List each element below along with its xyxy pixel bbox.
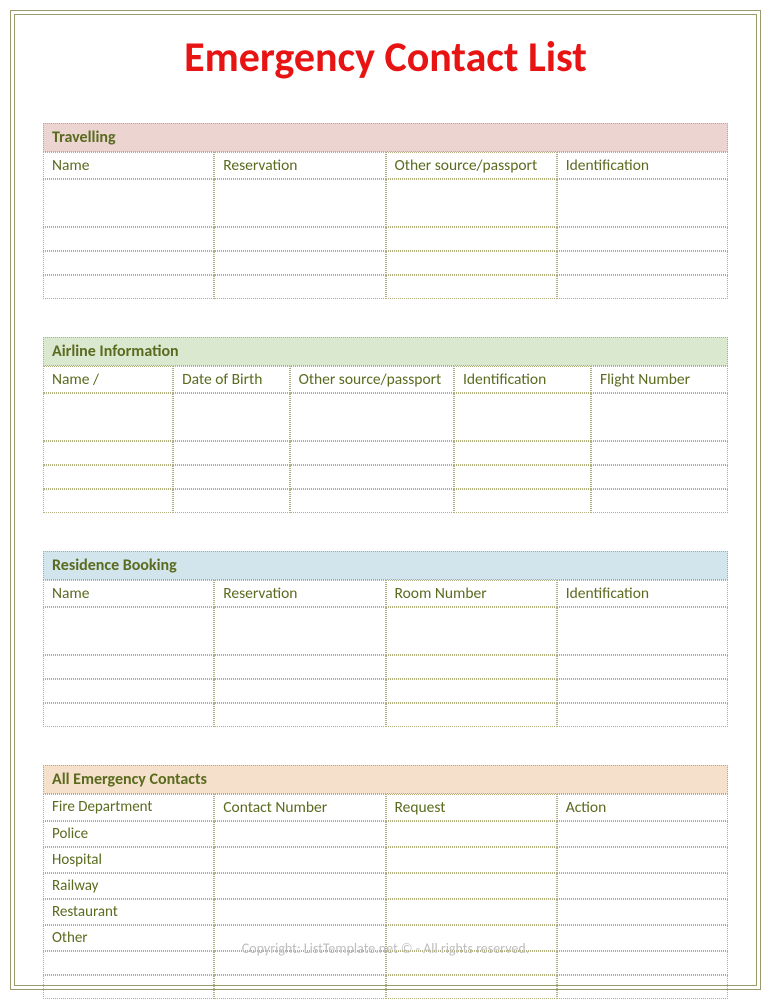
table-row bbox=[43, 441, 728, 465]
table-row bbox=[43, 251, 728, 275]
table-row: Fire Department Contact Number Request A… bbox=[43, 794, 728, 821]
emergency-col-contact: Contact Number bbox=[214, 794, 385, 821]
emergency-table: All Emergency Contacts Fire Department C… bbox=[43, 765, 728, 999]
airline-col-flight: Flight Number bbox=[591, 366, 728, 393]
table-row bbox=[43, 607, 728, 655]
travelling-col-other: Other source/passport bbox=[386, 152, 557, 179]
table-row: Restaurant bbox=[43, 899, 728, 925]
residence-col-name: Name bbox=[43, 580, 214, 607]
table-row bbox=[43, 393, 728, 441]
table-row bbox=[43, 703, 728, 727]
emergency-section: All Emergency Contacts Fire Department C… bbox=[43, 765, 728, 999]
airline-table: Airline Information Name / Date of Birth… bbox=[43, 337, 728, 513]
travelling-col-reservation: Reservation bbox=[214, 152, 385, 179]
emergency-row-police: Police bbox=[43, 821, 214, 847]
residence-col-id: Identification bbox=[557, 580, 728, 607]
emergency-header: All Emergency Contacts bbox=[43, 765, 728, 794]
airline-section: Airline Information Name / Date of Birth… bbox=[43, 337, 728, 513]
airline-col-other: Other source/passport bbox=[290, 366, 454, 393]
emergency-col-action: Action bbox=[557, 794, 728, 821]
travelling-col-id: Identification bbox=[557, 152, 728, 179]
table-row bbox=[43, 489, 728, 513]
table-row bbox=[43, 465, 728, 489]
emergency-col-request: Request bbox=[386, 794, 557, 821]
table-row bbox=[43, 179, 728, 227]
table-row: Railway bbox=[43, 873, 728, 899]
table-row bbox=[43, 275, 728, 299]
airline-col-id: Identification bbox=[454, 366, 591, 393]
travelling-header: Travelling bbox=[43, 123, 728, 152]
travelling-table: Travelling Name Reservation Other source… bbox=[43, 123, 728, 299]
table-row bbox=[43, 227, 728, 251]
emergency-row-railway: Railway bbox=[43, 873, 214, 899]
emergency-row-hospital: Hospital bbox=[43, 847, 214, 873]
airline-col-name: Name / bbox=[43, 366, 173, 393]
table-row: Hospital bbox=[43, 847, 728, 873]
table-row bbox=[43, 679, 728, 703]
airline-header: Airline Information bbox=[43, 337, 728, 366]
emergency-row-fire: Fire Department bbox=[43, 794, 214, 821]
copyright-text: Copyright: ListTemplate.net © - All righ… bbox=[15, 940, 756, 957]
emergency-row-restaurant: Restaurant bbox=[43, 899, 214, 925]
table-row: Police bbox=[43, 821, 728, 847]
residence-col-reservation: Reservation bbox=[214, 580, 385, 607]
residence-col-room: Room Number bbox=[386, 580, 557, 607]
table-row bbox=[43, 655, 728, 679]
page-title: Emergency Contact List bbox=[43, 32, 728, 83]
travelling-col-name: Name bbox=[43, 152, 214, 179]
table-row bbox=[43, 975, 728, 999]
airline-col-dob: Date of Birth bbox=[173, 366, 289, 393]
residence-header: Residence Booking bbox=[43, 551, 728, 580]
residence-table: Residence Booking Name Reservation Room … bbox=[43, 551, 728, 727]
travelling-section: Travelling Name Reservation Other source… bbox=[43, 123, 728, 299]
residence-section: Residence Booking Name Reservation Room … bbox=[43, 551, 728, 727]
